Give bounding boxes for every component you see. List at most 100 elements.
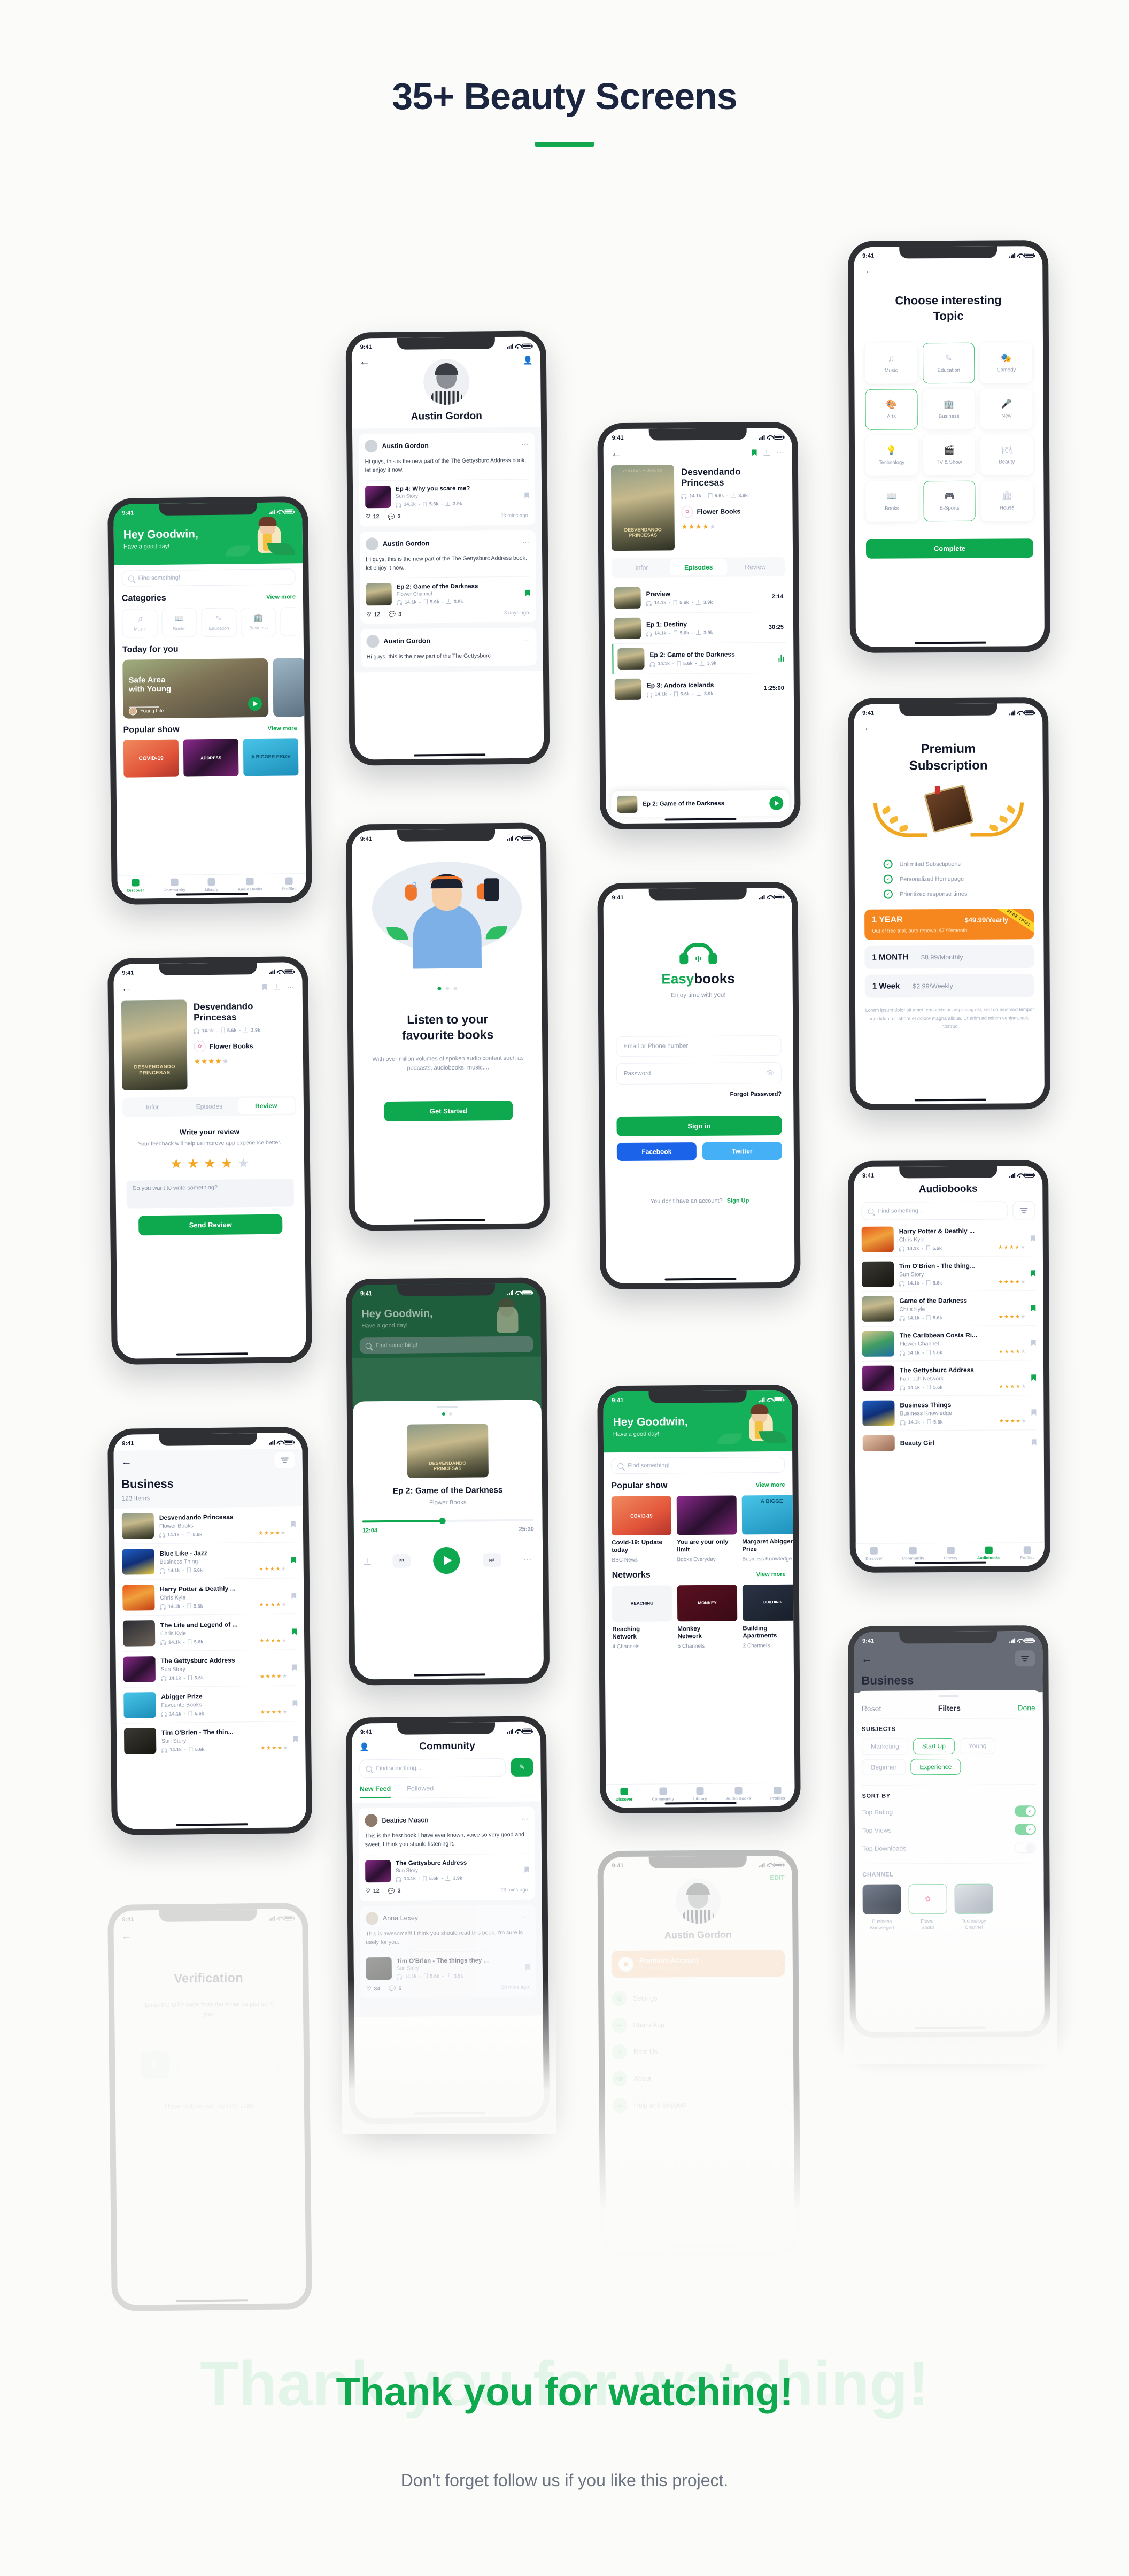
plan-week[interactable]: 1 Week $2.99/Weekly: [864, 974, 1034, 998]
back-button[interactable]: ←: [864, 265, 875, 276]
bookmark-icon[interactable]: [525, 590, 530, 596]
tab-community[interactable]: Community: [163, 878, 185, 892]
topic-beauty[interactable]: 🍽 Beauty: [980, 434, 1033, 475]
tab-audiobooks[interactable]: Audiobooks: [977, 1546, 1000, 1560]
topic-business[interactable]: 🏢 Business: [923, 388, 976, 430]
episode-row[interactable]: Preview 14.1k -5.6k -3.9k 2:14: [612, 581, 786, 614]
bookmark-icon[interactable]: [1031, 1409, 1036, 1416]
networks-view-more[interactable]: View more: [756, 1571, 786, 1578]
network-card[interactable]: BUILDING Building Apartments 2 Channels: [742, 1584, 795, 1649]
popular-view-more[interactable]: View more: [756, 1482, 785, 1488]
get-started-button[interactable]: Get Started: [384, 1100, 513, 1121]
more-icon[interactable]: ⋯: [522, 1912, 530, 1921]
bookmark-icon[interactable]: [1031, 1305, 1035, 1311]
sort-row-top-rating[interactable]: Top Rating ✓: [862, 1805, 1036, 1818]
filter-button[interactable]: [274, 1452, 295, 1468]
tab-profiles[interactable]: Profiles: [282, 876, 297, 891]
tab-infor[interactable]: Infor: [124, 1099, 181, 1116]
topic-music[interactable]: ♫ Music: [864, 343, 918, 385]
play-button[interactable]: [248, 696, 262, 711]
otp-problem-link[interactable]: I have problem with my OTP code.: [123, 2102, 297, 2110]
chip-beginner[interactable]: Beginner: [862, 1759, 906, 1775]
star-5[interactable]: ★: [237, 1155, 250, 1171]
back-button[interactable]: ←: [121, 1931, 132, 1942]
plan-month[interactable]: 1 MONTH $8.99/Monthly: [864, 945, 1034, 970]
tab-community[interactable]: Community: [652, 1787, 674, 1801]
categories-view-more[interactable]: View more: [266, 594, 296, 601]
search-input[interactable]: Find something...: [861, 1201, 1008, 1220]
dot[interactable]: [445, 986, 450, 991]
premium-account-banner[interactable]: ♚ Premium Account Premium Account ›: [611, 1949, 785, 1978]
bookmark-icon[interactable]: [524, 492, 529, 498]
bookmark-icon[interactable]: [291, 1557, 296, 1563]
signin-button[interactable]: Sign in: [616, 1115, 782, 1137]
facebook-button[interactable]: Facebook: [616, 1142, 697, 1162]
download-icon[interactable]: [274, 984, 280, 990]
filter-button[interactable]: [1015, 1650, 1035, 1667]
topic-education[interactable]: ✎ Education: [922, 342, 975, 384]
post-card[interactable]: Austin Gordon ⋯ Hi guys, this is the new…: [359, 530, 537, 624]
bookmark-icon[interactable]: [291, 1521, 296, 1527]
eye-off-icon[interactable]: 👁: [766, 1069, 774, 1076]
bookmark-icon[interactable]: [1031, 1374, 1036, 1381]
tab-profiles[interactable]: Profiles: [1020, 1545, 1035, 1560]
bookmark-icon[interactable]: [292, 1664, 297, 1671]
star-2[interactable]: ★: [187, 1156, 199, 1172]
bookmark-icon[interactable]: [752, 449, 757, 456]
signup-link[interactable]: Sign Up: [727, 1197, 749, 1204]
bookmark-icon[interactable]: [292, 1628, 297, 1635]
table-row[interactable]: Abigger Prize Favourite Books 14.1k -5.6k…: [123, 1686, 298, 1724]
otp-digit-4[interactable]: [250, 2050, 278, 2078]
play-button[interactable]: [433, 1547, 460, 1574]
tab-episodes[interactable]: Episodes: [670, 559, 727, 576]
bookmark-icon[interactable]: [292, 1700, 297, 1706]
password-field[interactable]: Password 👁: [616, 1062, 782, 1085]
back-button[interactable]: ←: [611, 448, 622, 459]
more-icon[interactable]: ⋯: [287, 982, 295, 991]
tab-discover[interactable]: Discover: [127, 878, 144, 893]
back-button[interactable]: ←: [861, 1654, 872, 1665]
otp-digit-2[interactable]: [177, 2050, 205, 2079]
otp-digit-3[interactable]: [213, 2050, 242, 2079]
like-button[interactable]: ♡ 12: [365, 1888, 379, 1894]
menu-item-share-app[interactable]: ↩ Share App ›: [612, 2011, 786, 2039]
tab-profiles[interactable]: Profiles: [770, 1786, 785, 1801]
tab-library[interactable]: Library: [944, 1546, 957, 1560]
episode-row[interactable]: Ep 1: Destiny 14.1k -5.6k -3.9k 30:25: [612, 612, 786, 644]
rating-picker[interactable]: ★ ★ ★ ★ ★: [126, 1155, 293, 1172]
twitter-button[interactable]: Twitter: [702, 1141, 782, 1160]
chip-young[interactable]: Young: [959, 1737, 996, 1754]
done-button[interactable]: Done: [1017, 1703, 1035, 1712]
back-button[interactable]: ←: [863, 722, 874, 734]
tab-audiobooks[interactable]: Audio Books: [726, 1786, 751, 1801]
show-card[interactable]: A BIGGE Margaret Abigger Prize Business …: [741, 1495, 795, 1562]
bookmark-icon[interactable]: [1031, 1235, 1035, 1242]
comment-button[interactable]: 💬 3: [388, 1887, 401, 1895]
episode-row-playing[interactable]: Ep 2: Game of the Darkness 14.1k -5.6k -3.…: [612, 642, 786, 675]
email-field[interactable]: Email or Phone number: [616, 1035, 782, 1057]
bookmark-icon[interactable]: [1031, 1270, 1035, 1277]
toggle-off[interactable]: [1015, 1842, 1037, 1854]
forgot-password-link[interactable]: Forgot Password?: [616, 1091, 782, 1098]
topic-books[interactable]: 📖 Books: [865, 481, 918, 522]
star-4[interactable]: ★: [221, 1155, 233, 1171]
toggle-on[interactable]: ✓: [1014, 1805, 1036, 1817]
dot[interactable]: [448, 1412, 452, 1416]
back-button[interactable]: ←: [121, 983, 132, 995]
post-card[interactable]: Austin Gordon ⋯ Hi guys, this is the new…: [359, 432, 536, 526]
tab-community[interactable]: Community: [902, 1546, 924, 1560]
bookmark-icon[interactable]: [1032, 1439, 1037, 1445]
chip-experience[interactable]: Experience: [910, 1758, 961, 1775]
sort-row-top-views[interactable]: Top Views ✓: [862, 1824, 1037, 1836]
dot[interactable]: [453, 986, 458, 990]
plan-year[interactable]: 1 YEAR $49.99/Yearly Out of free trial, …: [864, 909, 1034, 941]
table-row[interactable]: Game of the Darkness Chris Kyle 14.1k -5.…: [862, 1291, 1036, 1327]
sheet-handle[interactable]: [436, 1405, 458, 1409]
tab-new-feed[interactable]: New Feed: [359, 1785, 391, 1798]
topic-house[interactable]: 🏛 House: [980, 480, 1033, 521]
mini-player[interactable]: Ep 2: Game of the Darkness: [611, 790, 790, 818]
topic-tv-show[interactable]: 🎬 TV & Show: [923, 434, 976, 476]
topic-comedy[interactable]: 🎭 Comedy: [980, 342, 1033, 383]
show-card[interactable]: COVID-19 Covid-19: Update today BBC News: [611, 1496, 672, 1563]
download-icon[interactable]: [364, 1558, 371, 1565]
